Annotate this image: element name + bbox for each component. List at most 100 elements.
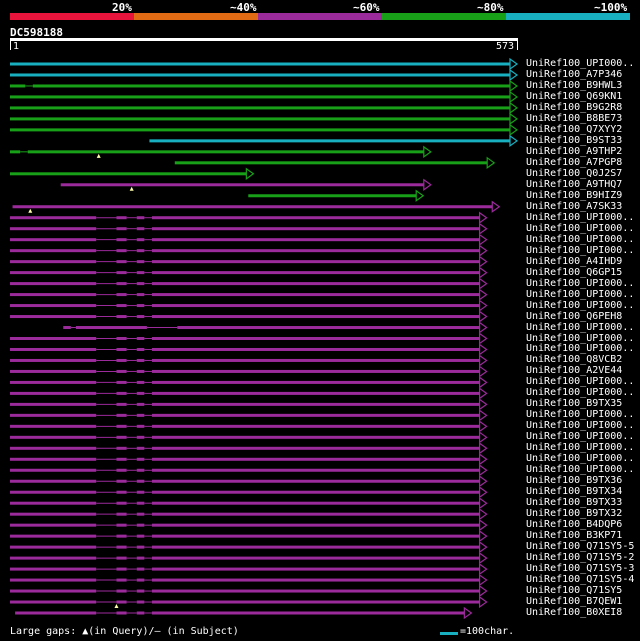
hit-bar[interactable]	[10, 391, 480, 395]
hit-label[interactable]: UniRef100_Q8VCB2	[526, 354, 622, 365]
hit-label[interactable]: UniRef100_B9HWL3	[526, 80, 622, 91]
hit-bar[interactable]	[10, 446, 480, 450]
hit-row[interactable]	[10, 112, 519, 126]
hit-label[interactable]: UniRef100_Q6GP15	[526, 267, 622, 278]
hit-bar[interactable]	[149, 139, 511, 143]
hit-bar[interactable]	[10, 479, 480, 483]
hit-bar[interactable]	[10, 249, 480, 253]
hit-label[interactable]: UniRef100_UPI000..	[526, 278, 634, 289]
hit-row[interactable]	[10, 299, 488, 312]
hit-label[interactable]: UniRef100_Q7XYY2	[526, 124, 622, 135]
hit-label[interactable]: UniRef100_A2VE44	[526, 365, 622, 376]
hit-row[interactable]	[248, 189, 425, 202]
hit-label[interactable]: UniRef100_UPI000..	[526, 343, 634, 354]
hit-bar[interactable]	[10, 600, 480, 604]
hit-bar[interactable]	[10, 501, 480, 505]
hit-row[interactable]	[10, 266, 488, 279]
hit-label[interactable]: UniRef100_UPI000..	[526, 300, 634, 311]
hit-row[interactable]	[10, 354, 488, 367]
hit-bar[interactable]	[10, 73, 510, 77]
hit-label[interactable]: UniRef100_Q71SY5	[526, 585, 622, 596]
hit-label[interactable]: UniRef100_A9THQ7	[526, 179, 622, 190]
hit-label[interactable]: UniRef100_A7P346	[526, 69, 622, 80]
hit-row[interactable]	[63, 321, 488, 334]
hit-label[interactable]: UniRef100_UPI000..	[526, 431, 634, 442]
hit-row[interactable]	[10, 211, 488, 224]
hit-bar[interactable]	[10, 95, 510, 99]
hit-label[interactable]: UniRef100_UPI000..	[526, 387, 634, 398]
hit-row[interactable]	[174, 156, 496, 169]
hit-bar[interactable]	[10, 150, 424, 154]
hit-label[interactable]: UniRef100_A4IHD9	[526, 256, 622, 267]
hit-row[interactable]	[10, 486, 488, 499]
hit-bar[interactable]	[10, 589, 480, 593]
hit-bar[interactable]	[10, 358, 480, 362]
hit-label[interactable]: UniRef100_UPI000..	[526, 453, 634, 464]
hit-label[interactable]: UniRef100_B8BE73	[526, 113, 622, 124]
hit-row[interactable]	[10, 464, 488, 477]
hit-row[interactable]	[10, 595, 488, 609]
hit-bar[interactable]	[10, 304, 480, 308]
hit-label[interactable]: UniRef100_Q0J2S7	[526, 168, 622, 179]
hit-bar[interactable]	[10, 172, 247, 176]
hit-row[interactable]	[10, 573, 488, 587]
hit-bar[interactable]	[10, 523, 480, 527]
hit-bar[interactable]	[10, 369, 480, 373]
hit-bar[interactable]	[10, 117, 510, 121]
hit-label[interactable]: UniRef100_UPI000..	[526, 464, 634, 475]
hit-label[interactable]: UniRef100_UPI000..	[526, 58, 634, 69]
hit-bar[interactable]	[10, 512, 480, 516]
hit-bar[interactable]	[10, 128, 510, 132]
hit-row[interactable]	[10, 277, 488, 290]
hit-bar[interactable]	[10, 337, 480, 340]
hit-row[interactable]	[10, 288, 488, 301]
hit-bar[interactable]	[10, 545, 480, 549]
hit-label[interactable]: UniRef100_B9TX36	[526, 475, 622, 486]
hit-label[interactable]: UniRef100_B7QEW1	[526, 596, 622, 607]
hit-label[interactable]: UniRef100_UPI000..	[526, 376, 634, 387]
hit-row[interactable]	[10, 79, 519, 93]
hit-label[interactable]: UniRef100_Q6PEH8	[526, 311, 622, 322]
hit-label[interactable]: UniRef100_B3KP71	[526, 530, 622, 541]
hit-row[interactable]	[10, 398, 488, 411]
hit-bar[interactable]	[174, 161, 488, 165]
hit-row[interactable]	[149, 134, 519, 148]
hit-bar[interactable]	[10, 413, 480, 417]
hit-label[interactable]: UniRef100_UPI000..	[526, 420, 634, 431]
hit-bar[interactable]	[10, 271, 480, 275]
hit-row[interactable]	[10, 584, 488, 598]
hit-row[interactable]	[10, 551, 488, 565]
hit-label[interactable]: UniRef100_UPI000..	[526, 409, 634, 420]
hit-bar[interactable]	[248, 194, 417, 198]
hit-row[interactable]	[10, 233, 488, 246]
hit-row[interactable]	[10, 365, 488, 378]
hit-row[interactable]	[15, 606, 473, 620]
hit-bar[interactable]	[10, 556, 480, 560]
hit-bar[interactable]	[10, 347, 480, 351]
hit-row[interactable]	[10, 409, 488, 422]
hit-label[interactable]: UniRef100_UPI000..	[526, 289, 634, 300]
hit-label[interactable]: UniRef100_UPI000..	[526, 245, 634, 256]
hit-label[interactable]: UniRef100_Q69KN1	[526, 91, 622, 102]
hit-row[interactable]	[60, 178, 432, 191]
hit-row[interactable]	[10, 431, 488, 444]
hit-row[interactable]	[10, 68, 519, 82]
hit-row[interactable]	[10, 310, 488, 323]
hit-row[interactable]	[10, 343, 488, 356]
hit-label[interactable]: UniRef100_B9TX35	[526, 398, 622, 409]
hit-bar[interactable]	[10, 282, 480, 286]
hit-label[interactable]: UniRef100_A7PGP8	[526, 157, 622, 168]
hit-bar[interactable]	[10, 435, 480, 439]
hit-label[interactable]: UniRef100_Q71SY5-5	[526, 541, 634, 552]
hit-label[interactable]: UniRef100_A7SK33	[526, 201, 622, 212]
hit-row[interactable]	[10, 497, 488, 510]
hit-bar[interactable]	[10, 468, 480, 472]
hit-label[interactable]: UniRef100_Q71SY5-3	[526, 563, 634, 574]
hit-label[interactable]: UniRef100_B9TX33	[526, 497, 622, 508]
hit-row[interactable]	[10, 475, 488, 488]
hit-row[interactable]	[10, 145, 432, 159]
hit-label[interactable]: UniRef100_UPI000..	[526, 234, 634, 245]
hit-bar[interactable]	[10, 457, 480, 461]
hit-label[interactable]: UniRef100_B9G2R8	[526, 102, 622, 113]
hit-row[interactable]	[10, 387, 488, 400]
